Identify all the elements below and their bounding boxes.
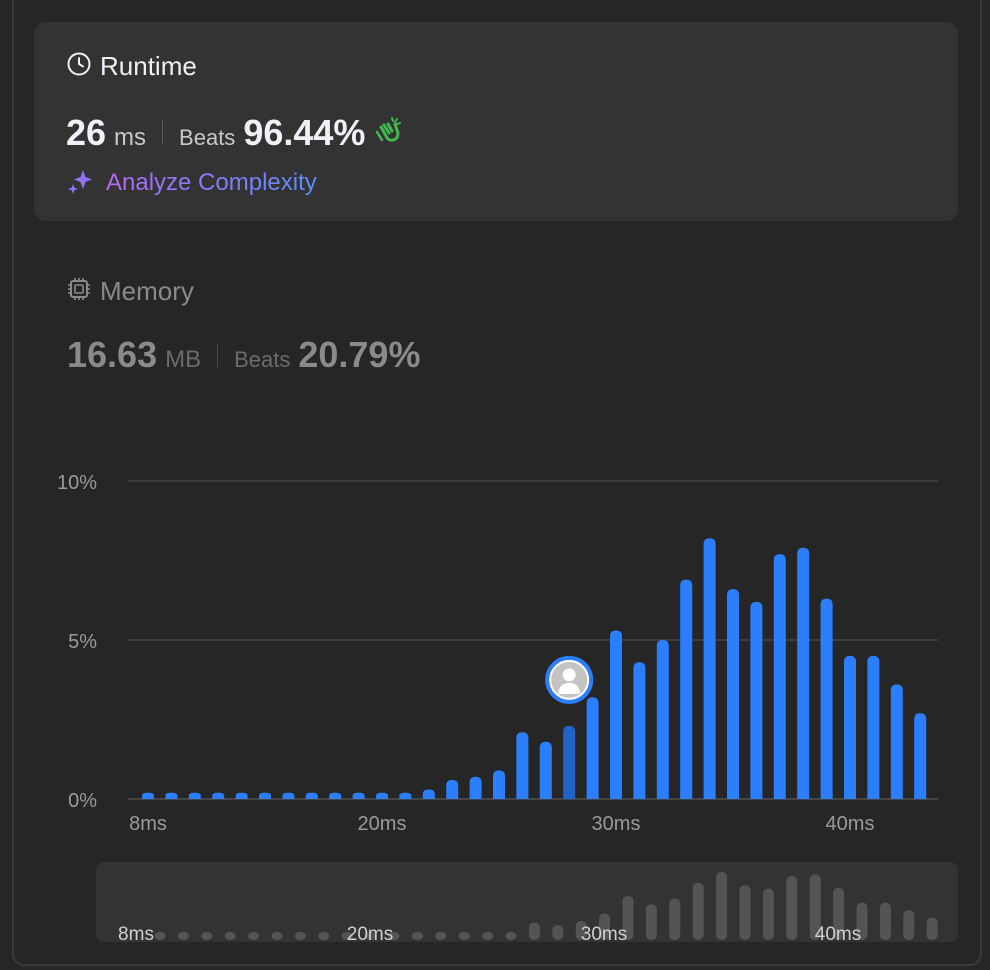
bar[interactable]: [773, 554, 786, 799]
x-tick-label: 40ms: [826, 813, 875, 835]
navigator-bar: [528, 922, 540, 940]
navigator-bar: [926, 917, 938, 940]
bar[interactable]: [212, 792, 225, 799]
navigator-bar: [716, 872, 728, 940]
navigator-bar: [505, 932, 517, 940]
navigator-bar: [692, 882, 704, 940]
navigator-bar: [201, 932, 213, 940]
navigator-bar: [435, 932, 447, 940]
bar[interactable]: [282, 792, 295, 799]
bar[interactable]: [446, 779, 459, 799]
x-tick-label: 20ms: [358, 813, 407, 835]
user-avatar-marker: [545, 655, 594, 704]
runtime-distribution-chart[interactable]: 0% 5% 10% 8ms 20ms 30ms 40ms 8ms 20ms 30ms 40ms: [0, 0, 990, 970]
navigator-bar: [482, 932, 494, 940]
bar[interactable]: [539, 741, 552, 799]
bar[interactable]: [914, 713, 927, 799]
user-icon: [562, 668, 576, 682]
bar[interactable]: [259, 792, 271, 799]
bar[interactable]: [703, 538, 716, 799]
bar[interactable]: [867, 655, 880, 799]
x-tick-label: 30ms: [592, 813, 641, 835]
bar[interactable]: [727, 589, 739, 799]
bar[interactable]: [142, 792, 154, 799]
bar[interactable]: [680, 579, 693, 799]
bar[interactable]: [656, 640, 669, 799]
y-tick-label: 5%: [68, 631, 97, 653]
bar[interactable]: [797, 547, 810, 799]
bar[interactable]: [493, 770, 505, 799]
navigator-bar: [294, 932, 306, 940]
navigator-bar: [177, 932, 189, 940]
bar[interactable]: [820, 598, 833, 799]
navigator-tick-label: 8ms: [118, 924, 154, 945]
bar[interactable]: [844, 655, 856, 799]
navigator-bar: [411, 932, 423, 940]
navigator-bar: [248, 932, 260, 940]
y-tick-label: 0%: [68, 790, 97, 812]
bar[interactable]: [165, 792, 178, 799]
bar-selected[interactable]: [563, 725, 576, 799]
navigator-bar: [318, 932, 330, 940]
navigator-bar: [458, 932, 470, 940]
navigator-bar: [879, 902, 891, 940]
navigator-bar: [739, 885, 751, 940]
navigator-tick-label: 20ms: [347, 924, 393, 945]
navigator-tick-label: 40ms: [815, 924, 861, 945]
bar[interactable]: [399, 792, 412, 799]
bar[interactable]: [610, 630, 622, 799]
navigator-bar: [645, 904, 657, 940]
navigator-tick-label: 30ms: [581, 924, 627, 945]
bar[interactable]: [422, 789, 435, 799]
navigator-bar: [552, 925, 564, 940]
bar[interactable]: [352, 792, 365, 799]
bar[interactable]: [305, 792, 318, 799]
bar[interactable]: [750, 601, 763, 799]
y-tick-label: 10%: [57, 472, 97, 494]
navigator-bar: [154, 932, 166, 940]
bar[interactable]: [890, 684, 903, 799]
bar[interactable]: [329, 792, 342, 799]
bar[interactable]: [469, 776, 482, 799]
navigator-bar: [762, 888, 774, 940]
navigator-bar: [271, 932, 283, 940]
navigator-bar: [786, 876, 798, 940]
bar[interactable]: [586, 697, 599, 799]
navigator-bar: [224, 932, 236, 940]
x-tick-label: 8ms: [129, 813, 167, 835]
bar[interactable]: [235, 792, 248, 799]
bar[interactable]: [188, 792, 201, 799]
bar[interactable]: [376, 792, 388, 799]
navigator-bar: [903, 910, 915, 940]
bar[interactable]: [516, 732, 529, 799]
navigator-bar: [669, 898, 681, 940]
bar[interactable]: [633, 662, 646, 799]
